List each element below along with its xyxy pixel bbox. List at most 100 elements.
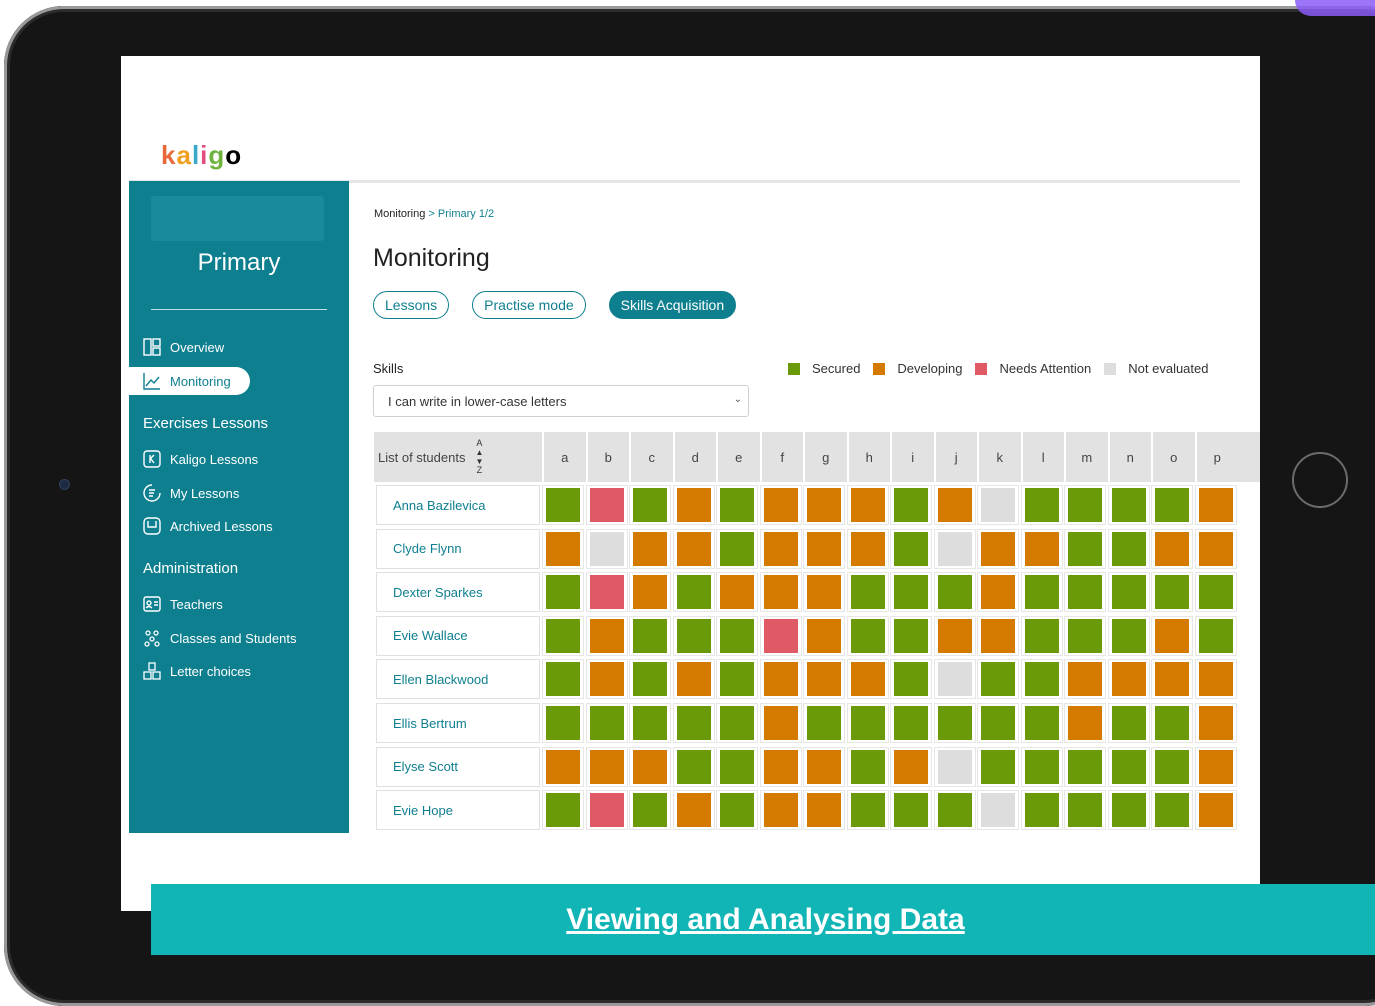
skill-status-b[interactable] <box>589 793 624 828</box>
skill-status-a[interactable] <box>546 706 580 740</box>
skill-status-l[interactable] <box>1024 531 1059 566</box>
sidebar-item-archived-lessons[interactable]: Archived Lessons <box>129 512 273 540</box>
skill-status-c[interactable] <box>633 793 667 828</box>
skill-status-b[interactable] <box>589 488 624 522</box>
skill-status-e[interactable] <box>720 793 754 828</box>
skill-status-e[interactable] <box>720 706 754 740</box>
skill-status-f[interactable] <box>763 662 798 697</box>
skill-status-n[interactable] <box>1111 749 1146 784</box>
skill-status-n[interactable] <box>1111 706 1146 740</box>
skills-select[interactable]: I can write in lower-case letters ⌄ <box>373 385 749 417</box>
skill-status-m[interactable] <box>1068 575 1102 610</box>
skill-status-p[interactable] <box>1198 488 1233 522</box>
skill-status-o[interactable] <box>1155 531 1189 566</box>
student-name-link[interactable]: Clyde Flynn <box>376 528 540 569</box>
skill-status-h[interactable] <box>850 618 885 653</box>
viewing-analysing-data-link[interactable]: Viewing and Analysing Data <box>566 903 964 937</box>
skill-status-h[interactable] <box>850 793 885 828</box>
skill-status-m[interactable] <box>1068 618 1102 653</box>
student-name-link[interactable]: Dexter Sparkes <box>376 572 540 613</box>
student-name-link[interactable]: Evie Hope <box>376 790 540 831</box>
skill-status-e[interactable] <box>720 749 754 784</box>
skill-status-p[interactable] <box>1198 706 1233 740</box>
tab-lessons[interactable]: Lessons <box>373 291 450 319</box>
skill-status-o[interactable] <box>1155 575 1189 610</box>
skill-status-c[interactable] <box>633 706 667 740</box>
skill-status-l[interactable] <box>1024 706 1059 740</box>
skill-status-c[interactable] <box>633 662 667 697</box>
skill-status-c[interactable] <box>633 488 667 522</box>
skill-status-g[interactable] <box>807 575 841 610</box>
skill-status-o[interactable] <box>1155 749 1189 784</box>
skill-status-a[interactable] <box>546 488 580 522</box>
skill-status-l[interactable] <box>1024 488 1059 522</box>
skill-status-k[interactable] <box>981 618 1015 653</box>
skill-status-f[interactable] <box>763 706 798 740</box>
skill-status-g[interactable] <box>807 793 841 828</box>
skill-status-c[interactable] <box>633 618 667 653</box>
sidebar-item-classes-students[interactable]: Classes and Students <box>129 624 296 652</box>
skill-status-o[interactable] <box>1155 662 1189 697</box>
skill-status-i[interactable] <box>894 618 928 653</box>
skill-status-b[interactable] <box>589 618 624 653</box>
skill-status-g[interactable] <box>807 618 841 653</box>
skill-status-a[interactable] <box>546 575 580 610</box>
skill-status-f[interactable] <box>763 618 798 653</box>
skill-status-h[interactable] <box>850 706 885 740</box>
skill-status-m[interactable] <box>1068 488 1102 522</box>
student-name-link[interactable]: Elyse Scott <box>376 746 540 787</box>
skill-status-h[interactable] <box>850 488 885 522</box>
skill-status-o[interactable] <box>1155 618 1189 653</box>
sidebar-item-teachers[interactable]: Teachers <box>129 590 223 618</box>
skill-status-h[interactable] <box>850 662 885 697</box>
student-name-link[interactable]: Anna Bazilevica <box>376 485 540 525</box>
skill-status-b[interactable] <box>589 749 624 784</box>
skill-status-h[interactable] <box>850 575 885 610</box>
skill-status-m[interactable] <box>1068 793 1102 828</box>
skill-status-i[interactable] <box>894 706 928 740</box>
breadcrumb-current[interactable]: Primary 1/2 <box>438 208 494 220</box>
skill-status-e[interactable] <box>720 531 754 566</box>
skill-status-o[interactable] <box>1155 793 1189 828</box>
skill-status-n[interactable] <box>1111 488 1146 522</box>
skill-status-h[interactable] <box>850 749 885 784</box>
skill-status-c[interactable] <box>633 749 667 784</box>
skill-status-b[interactable] <box>589 575 624 610</box>
skill-status-e[interactable] <box>720 575 754 610</box>
skill-status-m[interactable] <box>1068 749 1102 784</box>
skill-status-f[interactable] <box>763 793 798 828</box>
sidebar-item-my-lessons[interactable]: My Lessons <box>129 479 239 507</box>
skill-status-j[interactable] <box>937 749 972 784</box>
skill-status-d[interactable] <box>676 575 711 610</box>
skill-status-l[interactable] <box>1024 793 1059 828</box>
skill-status-f[interactable] <box>763 749 798 784</box>
skill-status-h[interactable] <box>850 531 885 566</box>
skill-status-l[interactable] <box>1024 749 1059 784</box>
skill-status-a[interactable] <box>546 618 580 653</box>
sort-az-icon[interactable]: A ▲ ▼ Z <box>475 439 483 475</box>
student-name-link[interactable]: Ellis Bertrum <box>376 703 540 743</box>
skill-status-k[interactable] <box>981 662 1015 697</box>
students-column-header[interactable]: List of students A ▲ ▼ Z <box>378 432 483 482</box>
skill-status-p[interactable] <box>1198 749 1233 784</box>
skill-status-e[interactable] <box>720 488 754 522</box>
skill-status-n[interactable] <box>1111 618 1146 653</box>
skill-status-a[interactable] <box>546 793 580 828</box>
skill-status-i[interactable] <box>894 662 928 697</box>
skill-status-k[interactable] <box>981 749 1015 784</box>
skill-status-o[interactable] <box>1155 706 1189 740</box>
skill-status-k[interactable] <box>981 488 1015 522</box>
skill-status-a[interactable] <box>546 662 580 697</box>
skill-status-k[interactable] <box>981 531 1015 566</box>
skill-status-i[interactable] <box>894 488 928 522</box>
skill-status-e[interactable] <box>720 662 754 697</box>
skill-status-g[interactable] <box>807 662 841 697</box>
skill-status-g[interactable] <box>807 749 841 784</box>
skill-status-l[interactable] <box>1024 575 1059 610</box>
skill-status-n[interactable] <box>1111 662 1146 697</box>
skill-status-e[interactable] <box>720 618 754 653</box>
student-name-link[interactable]: Ellen Blackwood <box>376 659 540 700</box>
skill-status-p[interactable] <box>1198 793 1233 828</box>
skill-status-c[interactable] <box>633 531 667 566</box>
skill-status-g[interactable] <box>807 531 841 566</box>
